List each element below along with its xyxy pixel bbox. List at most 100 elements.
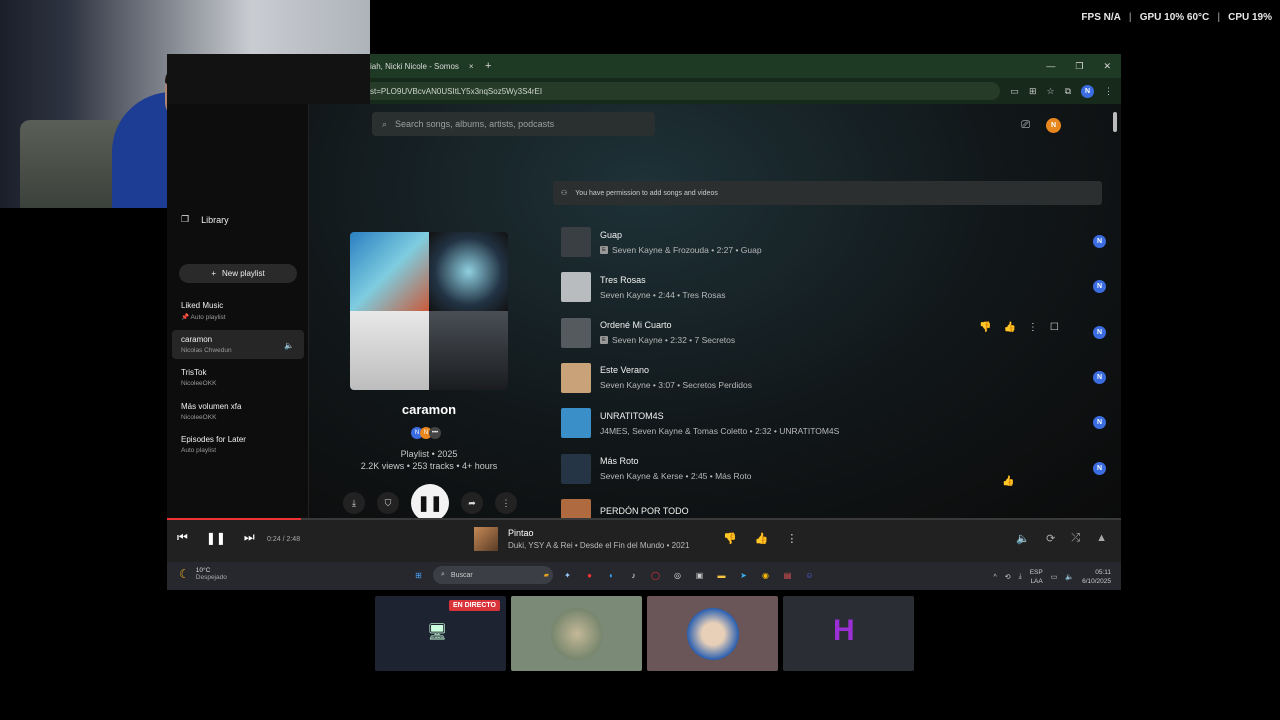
share-button[interactable]: ➦ [461, 492, 483, 514]
added-by-avatar[interactable]: N [1093, 416, 1106, 430]
dislike-icon[interactable]: 👎 [723, 532, 737, 545]
windows-start-icon[interactable]: ⊞ [411, 568, 426, 583]
tab-close-icon[interactable]: × [469, 62, 474, 71]
expand-icon[interactable]: ▲ [1096, 532, 1107, 545]
stream-thumbnail-live[interactable]: 🖥 EN DIRECTO [375, 596, 506, 671]
language-indicator[interactable]: ESP LAA [1030, 568, 1043, 586]
tray-download-icon[interactable]: ⤓ [1019, 573, 1022, 581]
taskbar-search[interactable]: ⌕ Buscar ▰ [433, 566, 553, 584]
shuffle-icon[interactable]: ⤮ [1071, 532, 1080, 545]
added-by-avatar[interactable]: N [1093, 461, 1106, 475]
stream-thumbnail[interactable] [511, 596, 642, 671]
sidebar-item-tristok[interactable]: TrisTok NicoleeOKK [172, 363, 304, 392]
url-field[interactable]: st=PLO9UVBcvAN0USItLY5x3nqSoz5Wy3S4rEI [370, 82, 1001, 100]
sidebar-item-liked-music[interactable]: Liked Music 📌 Auto playlist [172, 296, 304, 326]
tiktok-icon[interactable]: ♪ [626, 568, 641, 583]
track-row[interactable]: UNRATITOM4S J4MES, Seven Kayne & Tomas Co… [561, 403, 1106, 443]
system-clock[interactable]: 05:11 6/10/2025 [1082, 568, 1111, 586]
like-icon[interactable]: 👍 [755, 532, 769, 545]
copilot-icon[interactable]: ✦ [560, 568, 575, 583]
weather-widget[interactable]: ☾ 10°C Despejado [179, 567, 227, 581]
cast-icon[interactable]: ⎚ [1021, 119, 1030, 132]
repeat-icon[interactable]: ⟳ [1046, 532, 1055, 545]
store-icon[interactable]: ▣ [692, 568, 707, 583]
telegram-icon[interactable]: ➤ [736, 568, 751, 583]
track-thumbnail[interactable] [561, 227, 591, 257]
track-thumbnail[interactable] [561, 272, 591, 303]
browser-menu-icon[interactable]: ⋮ [1104, 86, 1113, 97]
translate-icon[interactable]: ⊞ [1029, 86, 1037, 97]
track-row[interactable]: Más Roto Seven Kayne & Kerse • 2:45 • Más… [561, 449, 1106, 489]
playback-time: 0:24 / 2:48 [267, 536, 301, 543]
like-icon[interactable]: 👍 [1003, 322, 1015, 333]
added-by-avatar[interactable]: N [1093, 370, 1106, 384]
track-thumbnail[interactable] [561, 408, 591, 439]
opera-icon[interactable]: ◯ [648, 568, 663, 583]
track-thumbnail[interactable] [561, 453, 591, 484]
now-playing-title[interactable]: Pintao [508, 528, 689, 538]
select-checkbox[interactable]: ☐ [1050, 322, 1059, 333]
new-tab-button[interactable]: + [485, 60, 491, 72]
more-collaborators-icon: ••• [429, 427, 441, 439]
network-icon[interactable]: ▭ [1051, 573, 1058, 581]
discord-icon[interactable]: ☺ [802, 568, 817, 583]
app-icon[interactable]: ◎ [670, 568, 685, 583]
tray-chevron-icon[interactable]: ^ [993, 574, 996, 581]
track-row[interactable]: Este Verano Seven Kayne • 3:07 • Secretos… [561, 358, 1106, 398]
edge-icon[interactable]: ◐ [604, 568, 619, 583]
sidebar-item-episodes-for-later[interactable]: Episodes for Later Auto playlist [172, 430, 304, 459]
save-to-library-button[interactable]: ⛉ [377, 492, 399, 514]
download-button[interactable]: ⤓ [343, 492, 365, 514]
cast-icon[interactable]: ▭ [1010, 86, 1019, 97]
youtube-icon[interactable]: ● [582, 568, 597, 583]
track-menu-icon[interactable]: ⋮ [1028, 322, 1038, 333]
volume-icon[interactable]: 🔈 [1065, 573, 1074, 581]
stream-thumbnail[interactable]: H [783, 596, 914, 671]
minimize-button[interactable]: — [1046, 61, 1055, 72]
extensions-icon[interactable]: ⧉ [1065, 86, 1071, 97]
track-title[interactable]: Este Verano [600, 365, 752, 375]
track-title[interactable]: UNRATITOM4S [600, 411, 839, 421]
sidebar-item-library[interactable]: ❐ Library [181, 214, 229, 225]
track-thumbnail[interactable] [561, 317, 591, 348]
pause-icon[interactable]: ❚❚ [206, 531, 226, 545]
track-title[interactable]: PERDÓN POR TODO [600, 506, 689, 516]
dislike-icon[interactable]: 👎 [979, 322, 991, 333]
track-title[interactable]: Guap [600, 230, 762, 240]
added-by-avatar[interactable]: N [1093, 235, 1106, 248]
progress-bar[interactable] [167, 518, 1121, 520]
volume-icon[interactable]: 🔈 [1016, 532, 1030, 545]
liked-icon[interactable]: 👍 [1002, 476, 1014, 487]
added-by-avatar[interactable]: N [1093, 325, 1106, 339]
bookmark-star-icon[interactable]: ☆ [1046, 86, 1054, 97]
next-icon[interactable]: ⏭ [244, 530, 255, 545]
track-title[interactable]: Tres Rosas [600, 275, 726, 285]
play-pause-button[interactable]: ❚❚ [411, 484, 449, 522]
close-window-button[interactable]: ✕ [1103, 61, 1111, 72]
folder-icon[interactable]: ▬ [714, 568, 729, 583]
browser-tab[interactable]: iah, Nicki Nicole - Somos × [370, 62, 475, 71]
track-title[interactable]: Más Roto [600, 456, 751, 466]
new-playlist-button[interactable]: + New playlist [179, 264, 297, 283]
account-avatar[interactable]: N [1046, 118, 1061, 133]
previous-icon[interactable]: ⏮ [177, 530, 188, 545]
track-title[interactable]: Ordené Mi Cuarto [600, 320, 735, 330]
added-by-avatar[interactable]: N [1093, 280, 1106, 294]
player-menu-icon[interactable]: ⋮ [786, 532, 797, 545]
stream-thumbnail[interactable] [647, 596, 778, 671]
page-scrollbar[interactable] [1113, 112, 1117, 132]
track-row[interactable]: Tres Rosas Seven Kayne • 2:44 • Tres Rosa… [561, 267, 1106, 307]
sidebar-item-caramon[interactable]: caramon Nicolas Chwedun 🔈 [172, 330, 304, 359]
collaborator-avatars[interactable]: N N ••• [411, 427, 441, 439]
track-row[interactable]: Guap E Seven Kayne & Frozouda • 2:27 • Gua… [561, 222, 1106, 262]
chrome-icon[interactable]: ◉ [758, 568, 773, 583]
now-playing-art[interactable] [474, 527, 498, 551]
media-app-icon[interactable]: ▤ [780, 568, 795, 583]
track-thumbnail[interactable] [561, 362, 591, 393]
tray-sync-icon[interactable]: ⟲ [1005, 573, 1011, 581]
restore-button[interactable]: ❐ [1075, 61, 1083, 72]
search-input[interactable]: ⌕ Search songs, albums, artists, podcast… [372, 112, 655, 136]
sidebar-item-mas-volumen[interactable]: Más volumen xfa NicoleeOKK [172, 397, 304, 426]
more-options-button[interactable]: ⋮ [495, 492, 517, 514]
browser-profile-avatar[interactable]: N [1081, 84, 1094, 98]
